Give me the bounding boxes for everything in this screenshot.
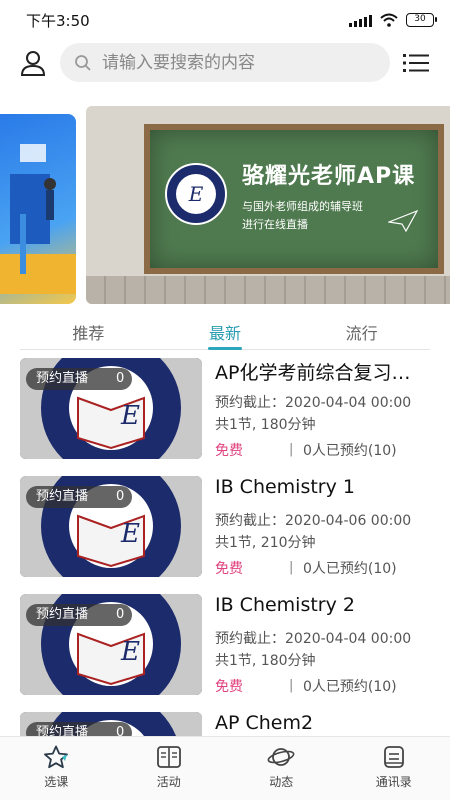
- category-tabs: 推荐 最新 流行: [20, 310, 430, 350]
- contacts-icon: [383, 746, 404, 768]
- search-input[interactable]: [102, 52, 362, 73]
- live-badge: 预约直播 0: [26, 722, 133, 736]
- divider: |: [289, 560, 294, 575]
- course-title: AP化学考前综合复习…: [215, 362, 411, 384]
- live-badge-label: 预约直播: [36, 371, 89, 386]
- battery-icon: 30: [406, 13, 437, 27]
- tab-popular[interactable]: 流行: [293, 310, 430, 349]
- star-icon: [44, 745, 69, 769]
- course-sessions: 共1节, 210分钟: [215, 535, 316, 551]
- svg-text:E: E: [120, 637, 140, 667]
- course-booked-count: 0人已预约(10): [303, 679, 397, 695]
- course-price: 免费: [215, 561, 243, 577]
- tab-recommended[interactable]: 推荐: [20, 310, 157, 349]
- wifi-icon: [380, 13, 398, 27]
- school-logo: E: [165, 163, 227, 225]
- planet-icon: [267, 748, 295, 766]
- live-badge: 预约直播 0: [26, 368, 133, 390]
- course-booked-count: 0人已预约(10): [303, 561, 397, 577]
- live-badge-label: 预约直播: [36, 725, 89, 736]
- course-title: IB Chemistry 1: [215, 476, 355, 498]
- search-icon: [75, 54, 91, 71]
- course-list[interactable]: E 预约直播 0 AP化学考前综合复习… 预约截止：2020-04-04 00:…: [0, 358, 450, 736]
- nav-contacts-label: 通讯录: [375, 775, 412, 789]
- nav-courses[interactable]: 选课: [0, 737, 113, 800]
- nav-activities[interactable]: 活动: [113, 737, 226, 800]
- banner-illustration: [0, 144, 76, 294]
- live-badge-count: 0: [116, 725, 125, 736]
- svg-text:E: E: [188, 182, 204, 206]
- chalkboard: E 骆耀光老师AP课 与国外老师组成的辅导班 进行在线直播: [144, 124, 444, 274]
- nav-feed[interactable]: 动态: [225, 737, 338, 800]
- course-sessions: 共1节, 180分钟: [215, 417, 316, 433]
- banner-main-slide[interactable]: E 骆耀光老师AP课 与国外老师组成的辅导班 进行在线直播: [86, 106, 450, 304]
- tab-latest[interactable]: 最新: [157, 310, 294, 350]
- course-thumbnail: 预约直播 0: [20, 712, 202, 736]
- course-item[interactable]: 预约直播 0 AP Chem2: [20, 712, 430, 736]
- status-icons: 30: [349, 13, 437, 27]
- svg-text:E: E: [120, 519, 140, 549]
- banner-prev-slide[interactable]: [0, 114, 76, 304]
- banner-subtitle-1: 与国外老师组成的辅导班: [242, 200, 363, 213]
- nav-courses-label: 选课: [44, 775, 69, 789]
- banner-title: 骆耀光老师AP课: [242, 164, 416, 189]
- course-price: 免费: [215, 679, 243, 695]
- nav-feed-label: 动态: [269, 775, 294, 789]
- paper-plane-icon: [388, 210, 418, 232]
- banner-carousel[interactable]: E 骆耀光老师AP课 与国外老师组成的辅导班 进行在线直播: [0, 106, 450, 304]
- status-bar: 下午3:50 30: [0, 0, 450, 40]
- divider: |: [289, 442, 294, 457]
- course-item[interactable]: E 预约直播 0 IB Chemistry 1 预约截止：2020-04-06 …: [20, 476, 430, 578]
- banner-floor: [86, 276, 450, 304]
- search-bar[interactable]: [60, 43, 390, 82]
- divider: |: [289, 678, 294, 693]
- live-badge-count: 0: [116, 371, 125, 386]
- course-thumbnail: E 预约直播 0: [20, 594, 202, 695]
- course-sessions: 共1节, 180分钟: [215, 653, 316, 669]
- book-icon: [156, 746, 181, 768]
- top-bar: [0, 42, 450, 84]
- course-item[interactable]: E 预约直播 0 IB Chemistry 2 预约截止：2020-04-04 …: [20, 594, 430, 696]
- live-badge: 预约直播 0: [26, 486, 133, 508]
- course-price: 免费: [215, 443, 243, 459]
- course-item[interactable]: E 预约直播 0 AP化学考前综合复习… 预约截止：2020-04-04 00:…: [20, 358, 430, 460]
- bottom-nav: 选课 活动 动态 通讯录: [0, 736, 450, 800]
- live-badge-count: 0: [116, 607, 125, 622]
- nav-contacts[interactable]: 通讯录: [338, 737, 450, 800]
- banner-subtitle-2: 进行在线直播: [242, 218, 308, 231]
- live-badge-count: 0: [116, 489, 125, 504]
- course-deadline: 预约截止：2020-04-04 00:00: [215, 631, 412, 647]
- svg-text:E: E: [120, 401, 140, 431]
- nav-activities-label: 活动: [156, 775, 181, 789]
- signal-icon: [349, 14, 372, 27]
- status-time: 下午3:50: [26, 11, 90, 30]
- course-thumbnail: E 预约直播 0: [20, 476, 202, 577]
- menu-icon[interactable]: [403, 51, 429, 75]
- course-deadline: 预约截止：2020-04-04 00:00: [215, 395, 412, 411]
- course-deadline: 预约截止：2020-04-06 00:00: [215, 513, 412, 529]
- course-thumbnail: E 预约直播 0: [20, 358, 202, 459]
- course-title: IB Chemistry 2: [215, 594, 355, 616]
- course-title: AP Chem2: [215, 712, 314, 734]
- course-booked-count: 0人已预约(10): [303, 443, 397, 459]
- live-badge-label: 预约直播: [36, 607, 89, 622]
- live-badge: 预约直播 0: [26, 604, 133, 626]
- live-badge-label: 预约直播: [36, 489, 89, 504]
- user-icon[interactable]: [18, 48, 48, 78]
